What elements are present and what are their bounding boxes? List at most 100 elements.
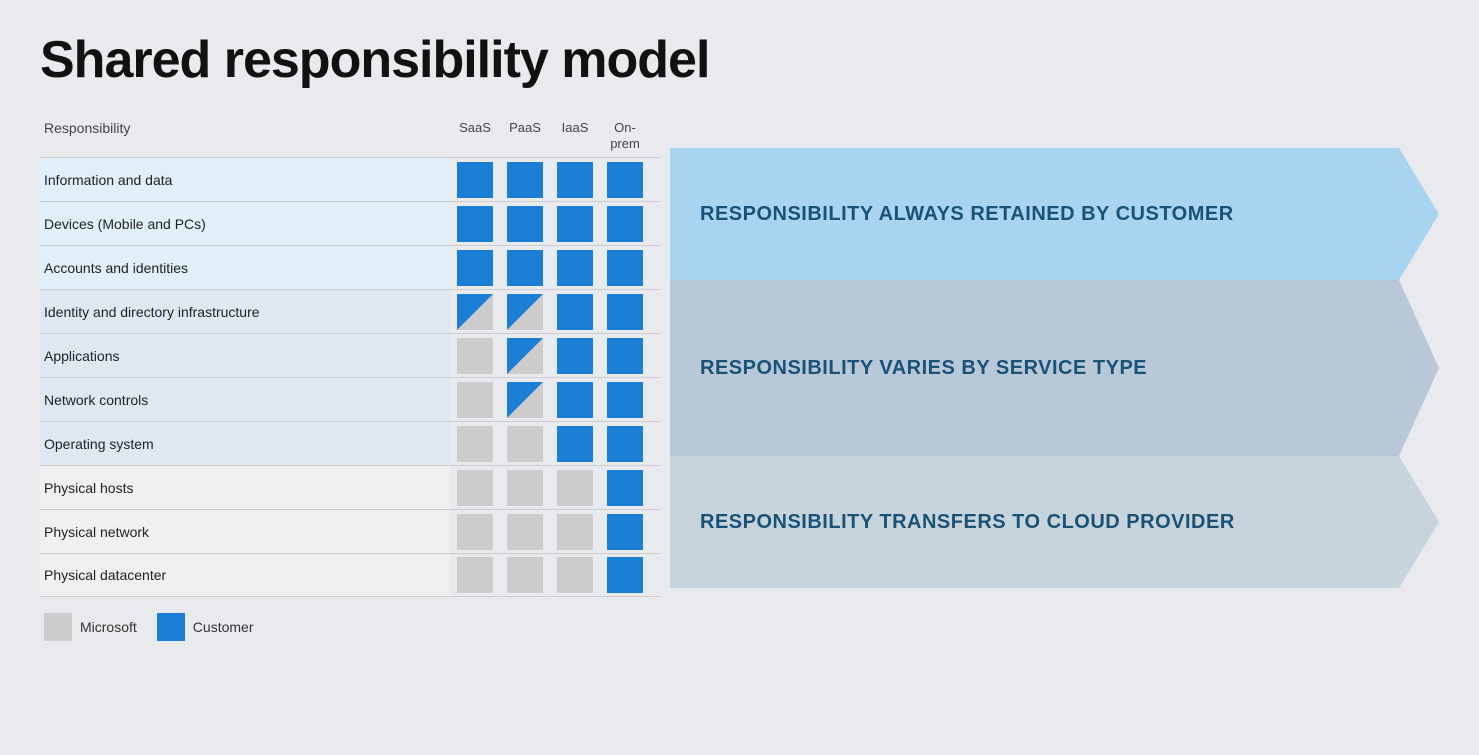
cell [500,510,550,553]
cell [600,510,650,553]
cell-inner-blue [607,206,643,242]
cells [450,202,650,245]
cell [450,378,500,421]
cell [500,378,550,421]
cell-inner-gray [457,557,493,593]
col-header-onprem: On-prem [600,120,650,151]
cell-inner-gray [457,514,493,550]
cell-inner-half [507,294,543,330]
cell-inner-blue [607,294,643,330]
cell-inner-gray [507,514,543,550]
cell-inner-half [507,338,543,374]
cell [450,554,500,596]
cell-inner-blue [607,426,643,462]
cells [450,510,650,553]
cell [500,202,550,245]
cell [550,378,600,421]
cell [550,466,600,509]
table-row: Identity and directory infrastructure [40,289,660,333]
cell-inner-gray [557,470,593,506]
cell-inner-blue [507,206,543,242]
cell-inner-blue [457,250,493,286]
cell [450,510,500,553]
table-row: Physical hosts [40,465,660,509]
cell [450,334,500,377]
cell-inner-blue [607,338,643,374]
cell [450,202,500,245]
cells [450,246,650,289]
cell-inner-blue [607,250,643,286]
cell-inner-blue [507,250,543,286]
cell-inner-blue [557,294,593,330]
cell [450,466,500,509]
row-label: Accounts and identities [40,246,450,289]
cell [600,466,650,509]
cell [550,202,600,245]
row-label: Physical network [40,510,450,553]
cell-inner-gray [457,338,493,374]
page: Shared responsibility model Responsibili… [0,0,1479,755]
cell [450,290,500,333]
cell [550,290,600,333]
cells [450,378,650,421]
cell [600,334,650,377]
cell-inner-blue [557,382,593,418]
cell-inner-blue [507,162,543,198]
cell-inner-blue [607,557,643,593]
cell-inner-half [507,382,543,418]
cell-inner-blue [607,382,643,418]
cell [550,554,600,596]
data-rows: Information and dataDevices (Mobile and … [40,157,660,597]
arrow-band-2: RESPONSIBILITY VARIES BY SERVICE TYPE [670,280,1439,456]
table-row: Devices (Mobile and PCs) [40,201,660,245]
cell [500,422,550,465]
cell [500,246,550,289]
table-row: Network controls [40,377,660,421]
legend: Microsoft Customer [40,613,1439,641]
cell-inner-gray [457,382,493,418]
cells [450,334,650,377]
arrow-band-1: RESPONSIBILITY ALWAYS RETAINED BY CUSTOM… [670,148,1439,280]
row-label: Physical datacenter [40,554,450,596]
cell-inner-gray [507,470,543,506]
arrows-section: RESPONSIBILITY ALWAYS RETAINED BY CUSTOM… [670,148,1439,597]
col-header-saas: SaaS [450,120,500,151]
cell [450,246,500,289]
cell [500,334,550,377]
table-row: Information and data [40,157,660,201]
legend-customer: Customer [157,613,254,641]
row-label: Physical hosts [40,466,450,509]
table-row: Physical network [40,509,660,553]
cell-inner-gray [557,557,593,593]
cell-inner-gray [457,426,493,462]
cell [500,466,550,509]
legend-customer-label: Customer [193,619,254,635]
cell [550,246,600,289]
cell [600,158,650,201]
cell-inner-blue [557,338,593,374]
legend-microsoft-label: Microsoft [80,619,137,635]
cell [550,334,600,377]
cell [550,158,600,201]
row-label: Identity and directory infrastructure [40,290,450,333]
cell-inner-gray [557,514,593,550]
cell-inner-blue [457,206,493,242]
row-label: Operating system [40,422,450,465]
cell-inner-blue [457,162,493,198]
cells [450,290,650,333]
row-label: Applications [40,334,450,377]
arrow-label-2: RESPONSIBILITY VARIES BY SERVICE TYPE [670,280,1439,456]
legend-microsoft: Microsoft [44,613,137,641]
table-row: Accounts and identities [40,245,660,289]
cells [450,422,650,465]
table-row: Applications [40,333,660,377]
cells [450,554,650,596]
cell [500,554,550,596]
cell [600,246,650,289]
cell [600,378,650,421]
cell [600,554,650,596]
cell [550,510,600,553]
table-section: Responsibility SaaS PaaS IaaS On-prem In… [40,120,660,597]
cell-inner-blue [607,514,643,550]
arrow-band-3: RESPONSIBILITY TRANSFERS TO CLOUD PROVID… [670,456,1439,588]
